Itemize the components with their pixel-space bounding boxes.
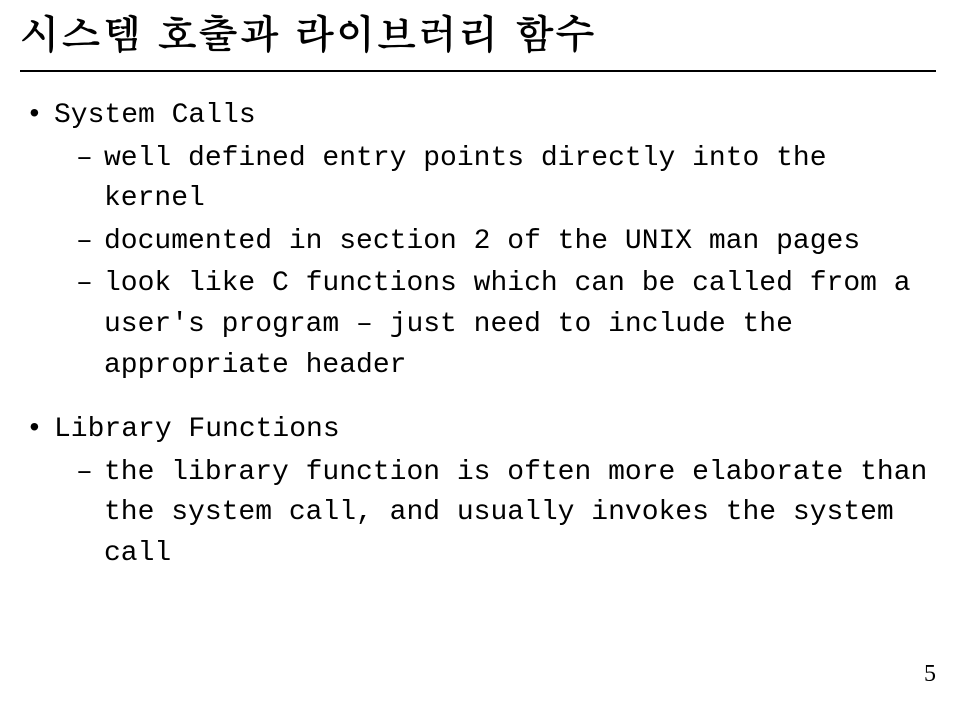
list-item: the library function is often more elabo… xyxy=(104,453,936,575)
content-list: System Calls well defined entry points d… xyxy=(20,96,936,575)
section-library-functions: Library Functions the library function i… xyxy=(54,410,936,574)
list-item: well defined entry points directly into … xyxy=(104,139,936,220)
section-items: well defined entry points directly into … xyxy=(54,139,936,387)
list-item: look like C functions which can be calle… xyxy=(104,264,936,386)
page-number: 5 xyxy=(924,661,936,688)
section-heading: Library Functions xyxy=(54,410,936,451)
section-items: the library function is often more elabo… xyxy=(54,453,936,575)
section-heading: System Calls xyxy=(54,96,936,137)
page-title: 시스템 호출과 라이브러리 함수 xyxy=(20,0,936,70)
title-rule xyxy=(20,70,936,72)
section-system-calls: System Calls well defined entry points d… xyxy=(54,96,936,386)
list-item: documented in section 2 of the UNIX man … xyxy=(104,222,936,263)
slide: 시스템 호출과 라이브러리 함수 System Calls well defin… xyxy=(0,0,960,702)
